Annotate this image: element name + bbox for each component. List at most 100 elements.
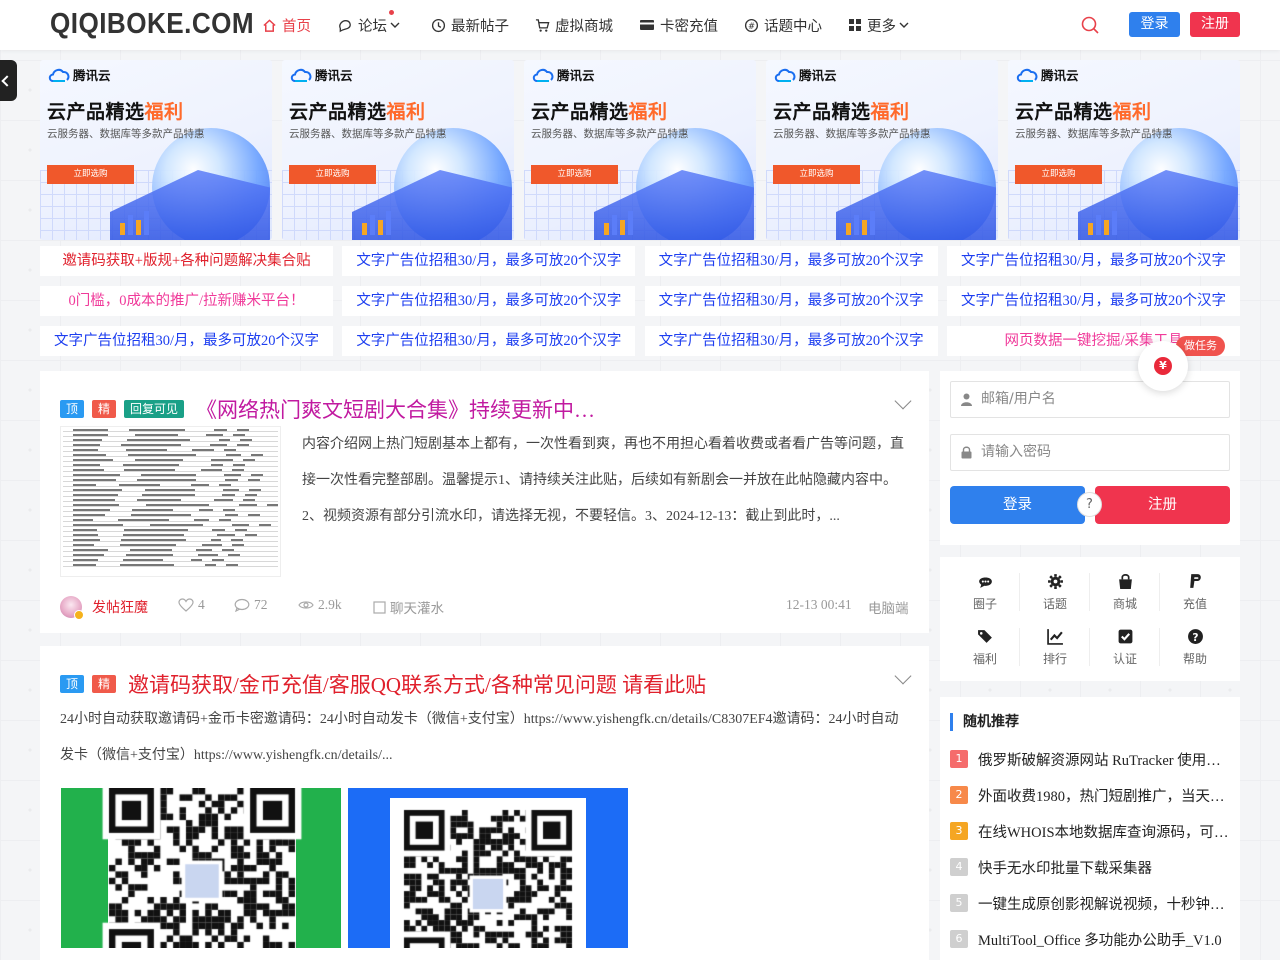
promo-banner[interactable]: 腾讯云 云产品精选福利 云服务器、数据库等多款产品特惠 立即选购 bbox=[1008, 60, 1240, 240]
post-title[interactable]: 邀请码获取/金币充值/客服QQ联系方式/各种常见问题 请看此贴 bbox=[128, 669, 706, 699]
recommend-item[interactable]: 3 在线WHOIS本地数据库查询源码，可… bbox=[950, 813, 1230, 849]
username-input[interactable]: 邮箱/用户名 bbox=[950, 381, 1230, 418]
comment-count[interactable]: 72 bbox=[234, 597, 268, 613]
side-drawer-toggle[interactable] bbox=[0, 60, 17, 101]
post-excerpt: 内容介绍网上热门短剧基本上都有，一次性看到爽，再也不用担心看着收费或者看广告等问… bbox=[302, 437, 904, 524]
text-ad-link[interactable]: 文字广告位招租30/月，最多可放20个汉字 bbox=[946, 246, 1240, 276]
banner-title-highlight: 福利 bbox=[144, 101, 184, 123]
recommend-item-title: 在线WHOIS本地数据库查询源码，可… bbox=[978, 824, 1229, 841]
chat-icon bbox=[978, 577, 992, 588]
coin-float-button[interactable]: ¥ bbox=[1138, 341, 1188, 391]
view-count: 2.9k bbox=[298, 597, 342, 613]
banner-cta-button[interactable]: 立即选购 bbox=[773, 165, 860, 184]
banner-title-highlight: 福利 bbox=[386, 101, 426, 123]
eye-icon bbox=[298, 601, 314, 609]
post-title[interactable]: 《网络热门爽文短剧大合集》持续更新中… bbox=[196, 394, 595, 424]
text-ad-link[interactable]: 文字广告位招租30/月，最多可放20个汉字 bbox=[40, 326, 333, 356]
avatar[interactable] bbox=[60, 596, 84, 620]
banner-title: 云产品精选福利 bbox=[531, 97, 668, 124]
banner-title-text: 云产品精选 bbox=[773, 101, 871, 123]
cloud-logo-icon bbox=[48, 68, 70, 82]
wechat-qr-image[interactable] bbox=[61, 788, 341, 948]
like-count[interactable]: 4 bbox=[178, 597, 205, 613]
banner-cta-button[interactable]: 立即选购 bbox=[1015, 165, 1102, 184]
quick-link-tags[interactable]: 福利 bbox=[950, 620, 1020, 675]
promo-banner[interactable]: 腾讯云 云产品精选福利 云服务器、数据库等多款产品特惠 立即选购 bbox=[282, 60, 514, 240]
home-icon bbox=[263, 18, 276, 32]
alipay-qr-image[interactable] bbox=[348, 788, 628, 948]
promo-banner[interactable]: 腾讯云 云产品精选福利 云服务器、数据库等多款产品特惠 立即选购 bbox=[524, 60, 756, 240]
banner-brand-text: 腾讯云 bbox=[73, 68, 111, 83]
post-card[interactable]: 顶 精 回复可见 《网络热门爽文短剧大合集》持续更新中… 内容介绍网上热门短剧基… bbox=[40, 371, 929, 633]
recommend-item[interactable]: 6 MultiTool_Office 多功能办公助手_V1.0 bbox=[950, 921, 1230, 957]
text-ad-link[interactable]: 邀请码获取+版规+各种问题解决集合贴 bbox=[40, 246, 333, 276]
quick-link-check[interactable]: 认证 bbox=[1090, 620, 1160, 675]
site-logo[interactable]: QIQIBOKE.COM bbox=[50, 8, 254, 41]
text-ad-link[interactable]: 0门槛，0成本的推广/拉新赚米平台！ bbox=[40, 286, 333, 316]
nav-recharge[interactable]: 卡密充值 bbox=[639, 15, 718, 36]
rank-badge: 1 bbox=[950, 750, 968, 768]
topic-icon: # bbox=[744, 18, 759, 32]
banner-cta-button[interactable]: 立即选购 bbox=[289, 165, 376, 184]
recommend-item[interactable]: 1 俄罗斯破解资源网站 RuTracker 使用教程 bbox=[950, 741, 1230, 777]
like-count-value: 4 bbox=[198, 597, 205, 612]
banner-bars bbox=[120, 205, 160, 235]
recommend-item[interactable]: 5 一键生成原创影视解说视频，十秒钟生… bbox=[950, 885, 1230, 921]
login-button[interactable]: 登录 bbox=[950, 486, 1085, 524]
quick-link-gear[interactable]: 话题 bbox=[1020, 565, 1090, 620]
banner-title-highlight: 福利 bbox=[1112, 101, 1152, 123]
post-meta: 发帖狂魔 4 72 2.9k 聊天灌水 12-13 00:41 电脑端 bbox=[60, 596, 910, 620]
password-input[interactable]: 请输入密码 bbox=[950, 434, 1230, 471]
quick-link-paypal[interactable]: 充值 bbox=[1160, 565, 1230, 620]
promo-banner[interactable]: 腾讯云 云产品精选福利 云服务器、数据库等多款产品特惠 立即选购 bbox=[40, 60, 272, 240]
text-ad-link[interactable]: 文字广告位招租30/月，最多可放20个汉字 bbox=[946, 286, 1240, 316]
text-ad-link[interactable]: 文字广告位招租30/月，最多可放20个汉字 bbox=[644, 286, 938, 316]
board-link[interactable]: 聊天灌水 bbox=[373, 597, 444, 617]
nav-more[interactable]: 更多 bbox=[848, 15, 914, 36]
post-header: 顶 精 邀请码获取/金币充值/客服QQ联系方式/各种常见问题 请看此贴 bbox=[60, 669, 706, 699]
text-ad-link[interactable]: 文字广告位招租30/月，最多可放20个汉字 bbox=[342, 286, 636, 316]
post-thumbnail[interactable] bbox=[60, 426, 281, 577]
banner-cta-button[interactable]: 立即选购 bbox=[531, 165, 618, 184]
header-register-button[interactable]: 注册 bbox=[1190, 12, 1240, 37]
help-icon[interactable]: ? bbox=[1077, 492, 1102, 517]
chevron-down-icon[interactable] bbox=[894, 392, 912, 410]
recommend-item[interactable]: 4 快手无水印批量下载采集器 bbox=[950, 849, 1230, 885]
search-icon[interactable] bbox=[1080, 15, 1100, 35]
text-ad-link[interactable]: 文字广告位招租30/月，最多可放20个汉字 bbox=[644, 326, 938, 356]
post-card[interactable]: 顶 精 邀请码获取/金币充值/客服QQ联系方式/各种常见问题 请看此贴 24小时… bbox=[40, 646, 929, 960]
quick-link-shop[interactable]: 商城 bbox=[1090, 565, 1160, 620]
banner-subtitle: 云服务器、数据库等多款产品特惠 bbox=[1015, 128, 1173, 140]
svg-text:#: # bbox=[748, 20, 755, 30]
author-name[interactable]: 发帖狂魔 bbox=[92, 597, 148, 617]
nav-topics[interactable]: # 话题中心 bbox=[744, 15, 822, 36]
promo-banner[interactable]: 腾讯云 云产品精选福利 云服务器、数据库等多款产品特惠 立即选购 bbox=[766, 60, 998, 240]
quick-link-help[interactable]: ? 帮助 bbox=[1160, 620, 1230, 675]
forum-icon bbox=[339, 19, 351, 32]
banner-row: 腾讯云 云产品精选福利 云服务器、数据库等多款产品特惠 立即选购 腾讯云 云产品精选福利云… bbox=[40, 60, 1240, 240]
quick-link-chart[interactable]: 排行 bbox=[1020, 620, 1090, 675]
top-header: QIQIBOKE.COM 首页 论坛 最新帖子 虚拟商城 卡密充值 # 话题中心 bbox=[0, 0, 1280, 50]
text-ad-link[interactable]: 文字广告位招租30/月，最多可放20个汉字 bbox=[342, 326, 636, 356]
nav-latest[interactable]: 最新帖子 bbox=[431, 15, 509, 36]
rank-badge: 6 bbox=[950, 930, 968, 948]
nav-forum[interactable]: 论坛 bbox=[337, 9, 405, 36]
quick-link-label: 充值 bbox=[1182, 597, 1207, 611]
nav-home[interactable]: 首页 bbox=[262, 15, 311, 36]
nav-more-label: 更多 bbox=[867, 18, 896, 35]
chevron-down-icon[interactable] bbox=[894, 667, 912, 685]
quick-link-chat[interactable]: 圈子 bbox=[950, 565, 1020, 620]
register-button[interactable]: 注册 bbox=[1095, 486, 1230, 524]
header-login-button[interactable]: 登录 bbox=[1129, 12, 1180, 37]
banner-brand-text: 腾讯云 bbox=[1041, 68, 1079, 83]
nav-shop[interactable]: 虚拟商城 bbox=[535, 15, 613, 36]
banner-cta-button[interactable]: 立即选购 bbox=[47, 165, 134, 184]
recommend-item-title: 快手无水印批量下载采集器 bbox=[978, 860, 1152, 877]
rank-badge: 3 bbox=[950, 822, 968, 840]
user-icon bbox=[961, 393, 972, 406]
text-ad-link[interactable]: 文字广告位招租30/月，最多可放20个汉字 bbox=[644, 246, 938, 276]
recommend-item[interactable]: 2 外面收费1980，热门短剧推广，当天赚… bbox=[950, 777, 1230, 813]
chevron-down-icon bbox=[899, 22, 909, 28]
text-ad-link[interactable]: 文字广告位招租30/月，最多可放20个汉字 bbox=[342, 246, 636, 276]
grid-icon bbox=[849, 19, 861, 31]
